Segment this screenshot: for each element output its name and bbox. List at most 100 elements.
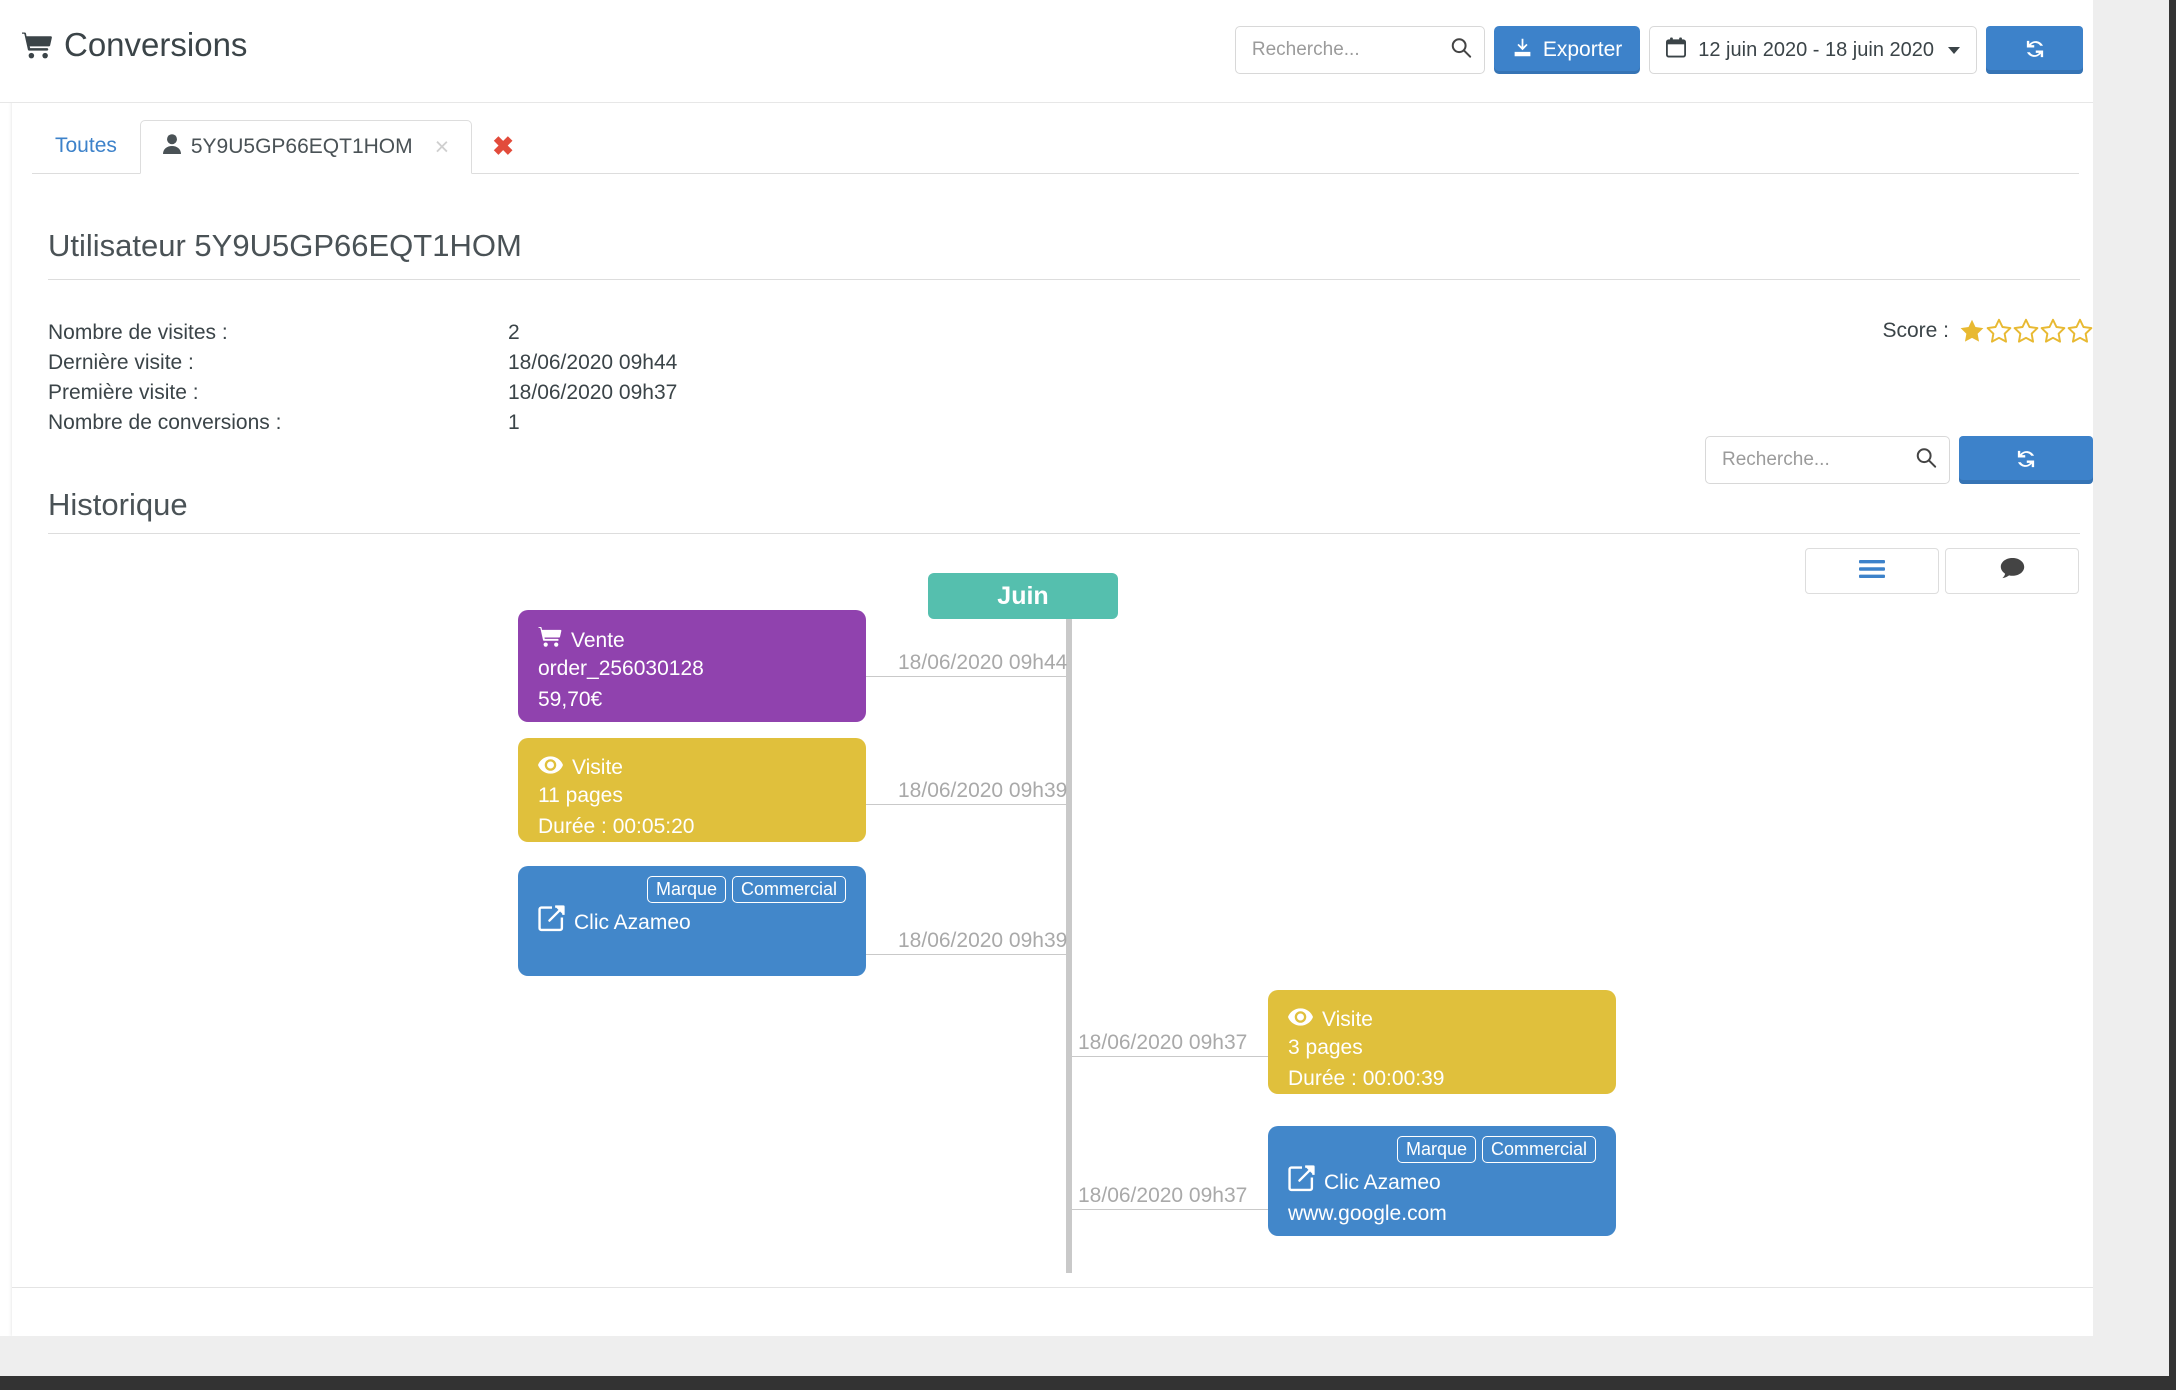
user-section-title: Utilisateur 5Y9U5GP66EQT1HOM xyxy=(48,228,522,263)
card-line-2: 59,70€ xyxy=(538,687,603,711)
timeline-card-visite-2[interactable]: Visite 3 pages Durée : 00:00:39 xyxy=(1268,990,1616,1094)
date-range-label: 12 juin 2020 - 18 juin 2020 xyxy=(1698,38,1934,61)
card-line-1: 3 pages xyxy=(1288,1036,1363,1060)
badge-commercial: Commercial xyxy=(1481,1136,1596,1163)
star-empty-icon xyxy=(1986,318,2012,343)
footer-divider xyxy=(12,1287,2093,1288)
close-icon[interactable]: × xyxy=(435,134,450,160)
tab-user-label: 5Y9U5GP66EQT1HOM xyxy=(190,135,413,158)
external-link-icon xyxy=(538,905,565,939)
info-row-conversions: Nombre de conversions : 1 xyxy=(48,408,677,438)
star-empty-icon xyxy=(2040,318,2066,343)
close-all-tabs-icon[interactable]: ✖ xyxy=(472,133,534,159)
info-row-visits: Nombre de visites : 2 xyxy=(48,318,677,348)
info-label: Première visite : xyxy=(48,381,199,404)
badge-marque: Marque xyxy=(646,876,726,903)
card-header: Visite xyxy=(1288,1006,1596,1033)
card-badges: Marque Commercial xyxy=(538,876,846,903)
card-badges: Marque Commercial xyxy=(1288,1136,1596,1163)
card-line-2: Durée : 00:00:39 xyxy=(1288,1066,1445,1090)
history-search-input[interactable] xyxy=(1706,437,1949,483)
download-icon xyxy=(1512,37,1533,64)
tab-user[interactable]: 5Y9U5GP66EQT1HOM × xyxy=(139,120,473,174)
card-type-label: Clic Azameo xyxy=(1324,1170,1441,1194)
timeline-month-label: Juin xyxy=(997,581,1049,610)
star-empty-icon xyxy=(2013,318,2039,343)
timeline-connector xyxy=(866,804,1066,805)
info-value: 18/06/2020 09h37 xyxy=(508,381,678,404)
app-viewport: Conversions Expor xyxy=(0,0,2176,1390)
chevron-down-icon xyxy=(1948,46,1960,54)
info-value: 2 xyxy=(508,321,520,344)
timeline-timestamp: 18/06/2020 09h39 xyxy=(898,929,1068,952)
timeline-card-visite-1[interactable]: Visite 11 pages Durée : 00:05:20 xyxy=(518,738,866,842)
badge-commercial: Commercial xyxy=(731,876,846,903)
card-type-label: Clic Azameo xyxy=(574,910,691,934)
eye-icon xyxy=(538,754,563,781)
comment-view-icon xyxy=(2000,557,2025,585)
timeline-card-clic-2[interactable]: Marque Commercial Clic Azameo www.google… xyxy=(1268,1126,1616,1236)
calendar-icon xyxy=(1666,37,1687,64)
star-filled-icon xyxy=(1960,319,1984,342)
refresh-button-top[interactable] xyxy=(1986,26,2083,74)
tab-bar: Toutes 5Y9U5GP66EQT1HOM × ✖ xyxy=(32,119,2079,174)
card-type-label: Visite xyxy=(572,756,623,779)
info-value: 1 xyxy=(508,411,520,434)
card-header: Clic Azameo xyxy=(1288,1165,1596,1199)
info-row-last-visit: Dernière visite : 18/06/2020 09h44 xyxy=(48,348,677,378)
view-comment-button[interactable] xyxy=(1945,548,2079,594)
top-search-box[interactable] xyxy=(1234,26,1485,74)
top-header-bar: Conversions Expor xyxy=(0,0,2093,103)
history-section-title: Historique xyxy=(48,487,188,522)
timeline-card-clic-1[interactable]: Marque Commercial Clic Azameo xyxy=(518,866,866,976)
card-line-2: Durée : 00:05:20 xyxy=(538,814,695,838)
info-label: Nombre de visites : xyxy=(48,321,228,344)
refresh-button-history[interactable] xyxy=(1959,436,2093,484)
timeline-timestamp: 18/06/2020 09h39 xyxy=(898,779,1068,802)
score-label: Score : xyxy=(1882,319,1949,342)
info-row-first-visit: Première visite : 18/06/2020 09h37 xyxy=(48,378,677,408)
topbar-controls: Exporter 12 juin 2020 - 18 juin 2020 xyxy=(1234,26,2083,74)
refresh-icon xyxy=(2022,36,2048,65)
card-line-1: 11 pages xyxy=(538,784,623,808)
history-search-box[interactable] xyxy=(1705,436,1950,484)
right-gutter xyxy=(2093,0,2169,1390)
export-button-label: Exporter xyxy=(1542,38,1623,61)
shopping-cart-icon xyxy=(538,626,562,654)
timeline-timestamp: 18/06/2020 09h44 xyxy=(898,651,1068,674)
bottom-dark-edge xyxy=(0,1376,2176,1390)
view-list-button[interactable] xyxy=(1805,548,1939,594)
score-stars xyxy=(1959,318,2093,344)
right-dark-edge xyxy=(2169,0,2176,1390)
timeline-month-marker: Juin xyxy=(928,573,1118,619)
view-toggle-group xyxy=(1805,548,2079,594)
badge-marque: Marque xyxy=(1396,1136,1476,1163)
timeline-connector xyxy=(866,676,1066,677)
history-controls xyxy=(1705,436,2093,484)
export-button[interactable]: Exporter xyxy=(1493,26,1641,74)
page-title: Conversions xyxy=(22,26,247,64)
card-type-label: Vente xyxy=(571,628,625,652)
page-footer-area xyxy=(0,1336,2176,1376)
tab-toutes-label: Toutes xyxy=(55,134,117,157)
timeline-connector xyxy=(1066,1056,1268,1057)
card-header: Vente xyxy=(538,626,846,654)
info-label: Nombre de conversions : xyxy=(48,411,282,434)
card-header: Clic Azameo xyxy=(538,905,846,939)
top-search-input[interactable] xyxy=(1235,27,1484,73)
timeline xyxy=(32,530,2079,1273)
timeline-connector xyxy=(1066,1209,1268,1210)
tab-toutes[interactable]: Toutes xyxy=(32,119,140,173)
eye-icon xyxy=(1288,1006,1313,1033)
card-line-1: www.google.com xyxy=(1288,1202,1447,1226)
list-view-icon xyxy=(1859,559,1885,584)
user-icon xyxy=(162,134,181,160)
timeline-timestamp: 18/06/2020 09h37 xyxy=(1078,1031,1248,1054)
page-title-text: Conversions xyxy=(64,26,248,63)
timeline-card-vente[interactable]: Vente order_256030128 59,70€ xyxy=(518,610,866,722)
info-label: Dernière visite : xyxy=(48,351,194,374)
date-range-picker[interactable]: 12 juin 2020 - 18 juin 2020 xyxy=(1649,26,1977,74)
card-header: Visite xyxy=(538,754,846,781)
user-section-rule xyxy=(48,279,2080,280)
refresh-icon xyxy=(2013,446,2039,475)
